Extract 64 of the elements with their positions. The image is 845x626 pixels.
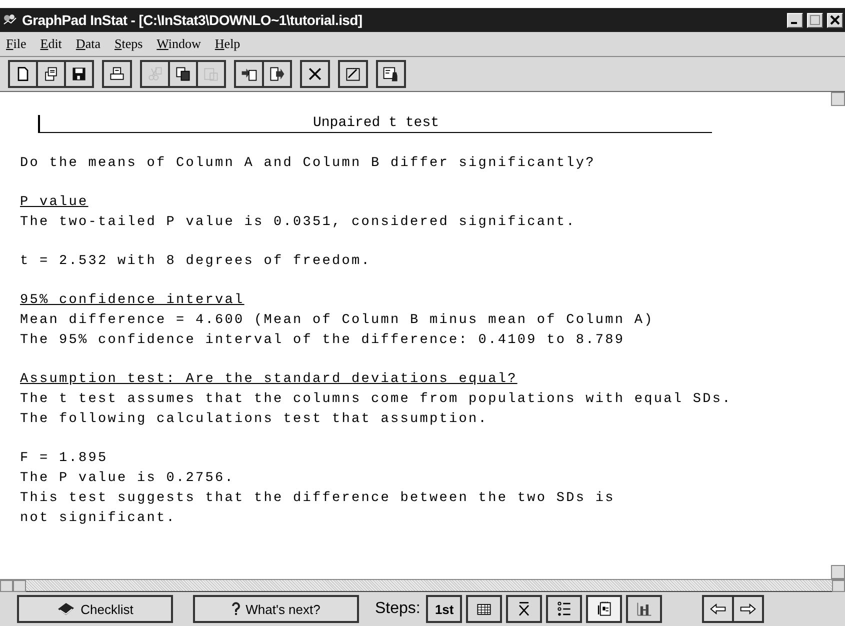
toolbar-button[interactable]	[300, 60, 330, 88]
result-line: The t test assumes that the columns come from populations with equal SDs.	[20, 392, 732, 407]
result-line: The 95% confidence interval of the difference: 0.4109 to 8.789	[20, 333, 625, 348]
result-line: This test suggests that the difference between the two SDs is	[20, 491, 615, 506]
result-line: The P value is 0.2756.	[20, 471, 235, 486]
maximize-icon	[810, 15, 820, 25]
result-line: t = 2.532 with 8 degrees of freedom.	[20, 254, 372, 269]
section-heading: Assumption test: Are the standard deviations equal?	[20, 372, 518, 387]
toolbar-button[interactable]	[64, 60, 94, 88]
close-button[interactable]	[827, 12, 843, 28]
copy-icon	[174, 65, 192, 83]
toolbar-button[interactable]	[168, 60, 198, 88]
step-button[interactable]	[466, 595, 502, 623]
window-title: GraphPad InStat - [C:\InStat3\DOWNLO~1\tutorial.isd]	[22, 12, 362, 28]
scroll-left-button[interactable]	[0, 580, 13, 592]
step-button[interactable]	[506, 595, 542, 623]
nav-button[interactable]	[702, 595, 734, 623]
menu-item[interactable]: Help	[214, 36, 240, 52]
step-button[interactable]	[546, 595, 582, 623]
menu-item[interactable]: File	[6, 36, 26, 52]
close-icon	[306, 65, 324, 83]
toolbar-button[interactable]	[36, 60, 66, 88]
question-mark-icon	[232, 602, 240, 616]
close-icon	[830, 15, 840, 25]
minimize-button[interactable]	[787, 12, 803, 28]
step-button[interactable]: 1st	[426, 595, 462, 623]
bar-graph-icon	[635, 600, 654, 618]
menu-item[interactable]: Steps	[114, 36, 143, 52]
result-line: not significant.	[20, 511, 176, 526]
nav-button[interactable]	[732, 595, 764, 623]
scroll-thumb[interactable]	[13, 580, 26, 592]
printer-icon	[108, 65, 126, 83]
toolbar-button[interactable]	[234, 60, 264, 88]
scroll-up-button[interactable]	[831, 92, 845, 106]
book-icon	[56, 602, 75, 616]
toolbar-button[interactable]	[102, 60, 132, 88]
step-button[interactable]	[626, 595, 662, 623]
steps-label: Steps:	[375, 600, 420, 618]
scroll-right-button[interactable]	[832, 580, 845, 592]
result-line: F = 1.895	[20, 451, 108, 466]
result-line: Do the means of Column A and Column B differ significantly?	[20, 156, 596, 171]
checklist-button[interactable]: Checklist	[17, 595, 173, 623]
scissors-icon	[146, 65, 164, 83]
page-icon	[595, 600, 614, 618]
toolbar-button[interactable]	[376, 60, 406, 88]
result-line: The following calculations test that assumption.	[20, 412, 488, 427]
list-icon	[555, 600, 574, 618]
result-line: Mean difference = 4.600 (Mean of Column B minus mean of Column A)	[20, 313, 654, 328]
scroll-down-button[interactable]	[831, 565, 845, 579]
toolbar-button[interactable]	[262, 60, 292, 88]
result-line: The two-tailed P value is 0.0351, considered significant.	[20, 215, 576, 230]
whats-next-button[interactable]: What's next?	[193, 595, 359, 623]
toolbar-button[interactable]	[8, 60, 38, 88]
arrow-out-of-page-icon	[268, 65, 286, 83]
menu-item[interactable]: Window	[156, 36, 201, 52]
toolbar-button[interactable]	[338, 60, 368, 88]
menu-item[interactable]: Edit	[40, 36, 62, 52]
section-heading: 95% confidence interval	[20, 293, 244, 308]
results-title: Unpaired t test	[312, 115, 440, 131]
report-icon	[382, 65, 400, 83]
step-button[interactable]	[586, 595, 622, 623]
menu-item[interactable]: Data	[76, 36, 100, 52]
maximize-button[interactable]	[807, 12, 823, 28]
section-heading: P value	[20, 195, 88, 210]
